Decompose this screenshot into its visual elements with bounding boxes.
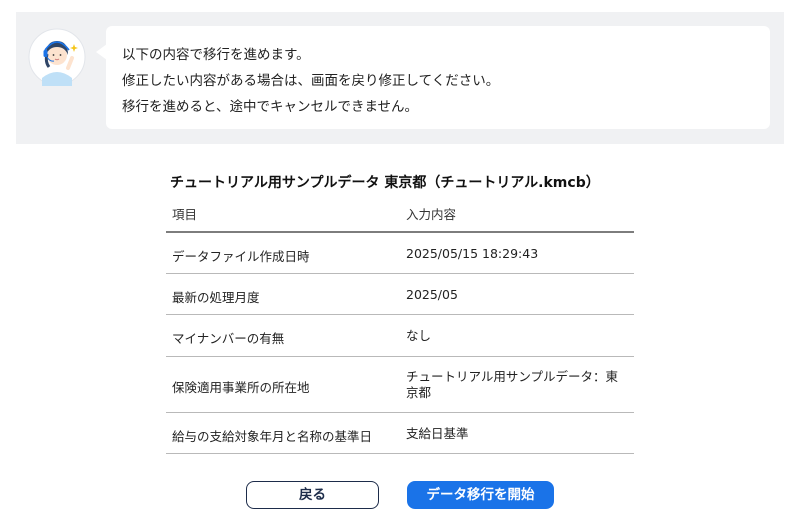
notice-line-2: 修正したい内容がある場合は、画面を戻り修正してください。 xyxy=(122,73,500,89)
summary-table: 項目 入力内容 データファイル作成日時 2025/05/15 18:29:43 … xyxy=(166,195,634,454)
row-label: 給与の支給対象年月と名称の基準日 xyxy=(172,429,373,444)
support-operator-icon xyxy=(28,28,86,86)
row-value: なし xyxy=(406,328,432,343)
table-row: 保険適用事業所の所在地 チュートリアル用サンプルデータ：東京都 xyxy=(166,357,634,413)
column-header-item: 項目 xyxy=(172,207,198,222)
table-header: 項目 入力内容 xyxy=(166,195,634,233)
summary-title: チュートリアル用サンプルデータ 東京都（チュートリアル.kmcb） xyxy=(170,175,600,191)
message-bubble: 以下の内容で移行を進めます。 修正したい内容がある場合は、画面を戻り修正してくだ… xyxy=(96,26,770,129)
row-value: チュートリアル用サンプルデータ：東京都 xyxy=(406,369,619,400)
notice-line-3: 移行を進めると、途中でキャンセルできません。 xyxy=(122,99,419,115)
row-value: 支給日基準 xyxy=(406,426,469,441)
row-label: データファイル作成日時 xyxy=(172,249,310,264)
start-migration-button[interactable]: データ移行を開始 xyxy=(407,481,554,509)
row-label: 保険適用事業所の所在地 xyxy=(172,380,310,395)
column-header-value: 入力内容 xyxy=(406,207,457,222)
row-label: マイナンバーの有無 xyxy=(172,331,285,346)
row-value: 2025/05 xyxy=(406,287,458,302)
table-row: 最新の処理月度 2025/05 xyxy=(166,274,634,315)
table-row: マイナンバーの有無 なし xyxy=(166,315,634,357)
table-row: 給与の支給対象年月と名称の基準日 支給日基準 xyxy=(166,413,634,454)
table-row: データファイル作成日時 2025/05/15 18:29:43 xyxy=(166,233,634,274)
row-label: 最新の処理月度 xyxy=(172,290,260,305)
notice-panel: 以下の内容で移行を進めます。 修正したい内容がある場合は、画面を戻り修正してくだ… xyxy=(16,12,784,144)
bubble-tail xyxy=(96,44,107,60)
row-value: 2025/05/15 18:29:43 xyxy=(406,246,539,261)
back-button[interactable]: 戻る xyxy=(246,481,379,509)
notice-line-1: 以下の内容で移行を進めます。 xyxy=(122,47,310,63)
